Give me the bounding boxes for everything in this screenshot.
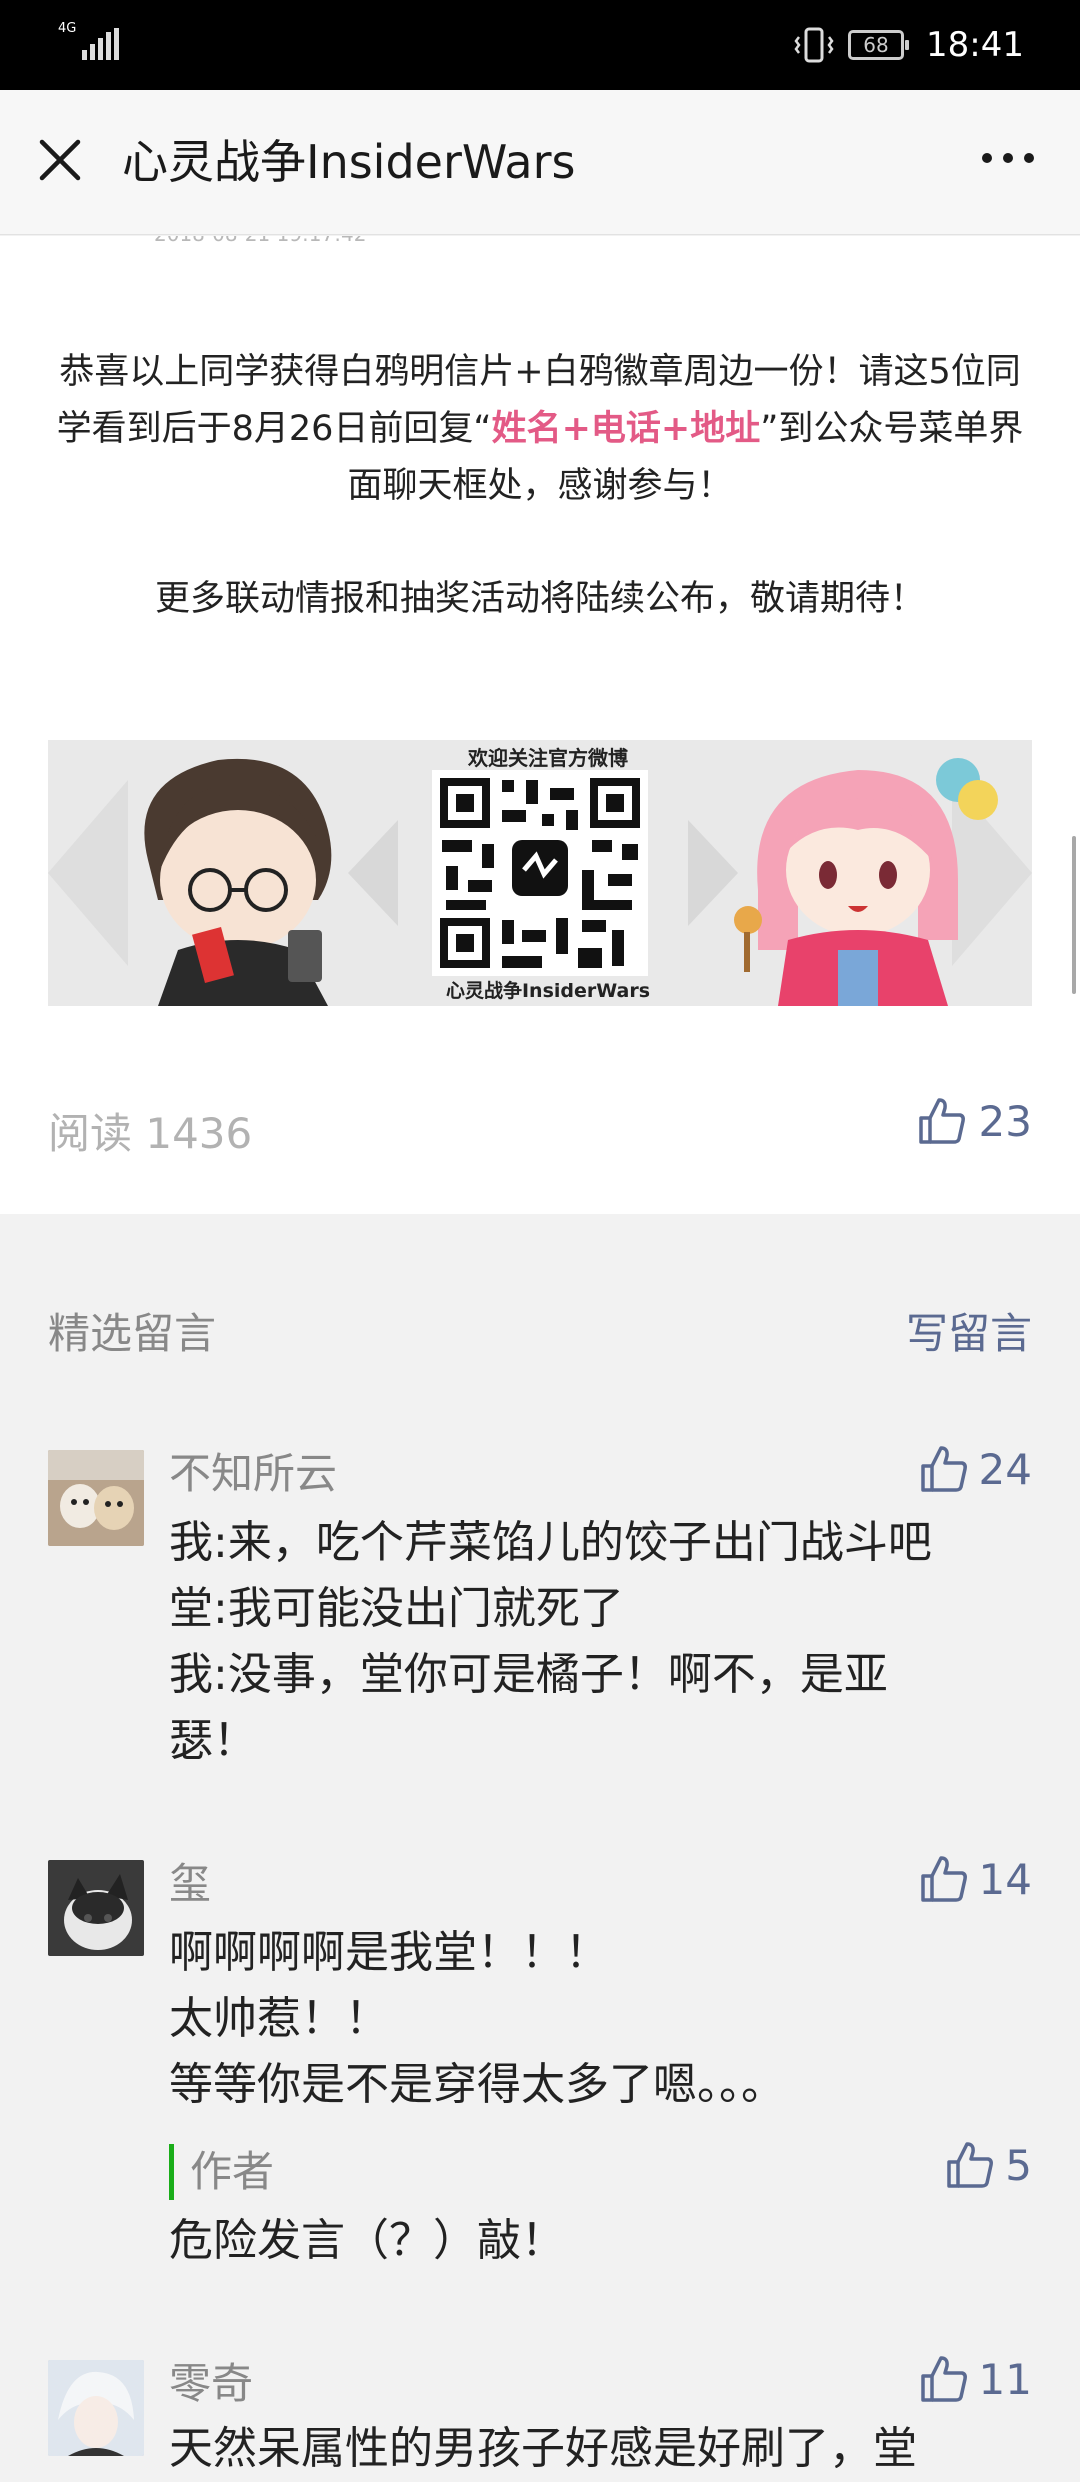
article-paragraph-2: 更多联动情报和抽奖活动将陆续公布，敬请期待！	[154, 579, 925, 619]
banner-image[interactable]: 欢迎关注官方微博 心灵战争InsiderWars	[48, 740, 1032, 1006]
comments-section: 精选留言 写留言 不知所云 24 我:来，吃个芹菜馅儿的饺子出门战斗吧 堂:我可…	[0, 1214, 1080, 2474]
avatar[interactable]	[48, 1860, 144, 1956]
banner-caption-top: 欢迎关注官方微博	[468, 746, 628, 770]
close-icon[interactable]	[36, 136, 84, 184]
comment-like-button[interactable]: 24	[919, 1444, 1032, 1494]
avatar-image	[48, 1860, 144, 1956]
avatar-image	[48, 1450, 144, 1546]
comments-header: 精选留言 写留言	[48, 1300, 1032, 1360]
comment-like-count: 11	[978, 2354, 1032, 2404]
comment-like-button[interactable]: 14	[919, 1854, 1032, 1904]
comment-line: 我:没事，堂你可是橘子！啊不，是亚	[169, 1649, 888, 1700]
qr-code-image	[432, 770, 648, 976]
article-body: 恭喜以上同学获得白鸦明信片+白鸦徽章周边一份！请这5位同学看到后于8月26日前回…	[48, 344, 1032, 628]
comment-like-count: 14	[978, 1854, 1032, 1904]
comment-like-count: 24	[978, 1444, 1032, 1494]
comment-text: 啊啊啊啊是我堂！！！ 太帅惹！！ 等等你是不是穿得太多了嗯。。。	[169, 1920, 1032, 2118]
comment-item: 零奇 11 天然呆属性的男孩子好感是好刷了，堂	[48, 2355, 1032, 2474]
article-date: 2018-08-21 19:17:42	[154, 236, 366, 246]
thumbs-up-icon	[920, 1856, 967, 1902]
thumbs-up-icon	[918, 1098, 965, 1144]
signal-bars-icon	[82, 28, 119, 60]
banner-caption-bottom: 心灵战争InsiderWars	[445, 980, 651, 1002]
thumbs-up-icon	[920, 1446, 967, 1492]
signal-indicator: 4G	[58, 21, 119, 66]
battery-icon: 68	[848, 30, 910, 60]
character-right-illustration	[734, 758, 998, 1006]
comment-line: 堂:我可能没出门就死了	[169, 1583, 624, 1634]
highlight-text: 姓名+电话+地址	[491, 409, 761, 449]
thumbs-up-icon	[947, 2142, 994, 2188]
comment-line: 啊啊啊啊是我堂！！！	[169, 1927, 609, 1978]
network-type: 4G	[58, 21, 77, 36]
reply-like-count: 5	[1005, 2140, 1032, 2190]
article-paragraph-1: 恭喜以上同学获得白鸦明信片+白鸦徽章周边一份！请这5位同学看到后于8月26日前回…	[48, 344, 1032, 515]
comment-item: 玺 14 啊啊啊啊是我堂！！！ 太帅惹！！ 等等你是不是穿得太多了嗯。。。 作者…	[48, 1855, 1032, 2300]
author-reply-label: 作者	[169, 2144, 274, 2200]
status-bar: 4G 68 18:41	[0, 0, 1080, 90]
avatar-image	[48, 2360, 144, 2456]
comment-line: 天然呆属性的男孩子好感是好刷了，堂	[169, 2423, 917, 2474]
comment-author: 玺	[169, 1859, 212, 1908]
read-count: 阅读 1436	[48, 1109, 253, 1158]
like-count: 23	[978, 1096, 1032, 1146]
comment-item: 不知所云 24 我:来，吃个芹菜馅儿的饺子出门战斗吧 堂:我可能没出门就死了 我…	[48, 1445, 1032, 1766]
article-like-button[interactable]: 23	[917, 1096, 1032, 1146]
comment-like-button[interactable]: 11	[919, 2354, 1032, 2404]
vibrate-icon	[794, 27, 834, 63]
avatar[interactable]	[48, 2360, 144, 2456]
comment-text: 我:来，吃个芹菜馅儿的饺子出门战斗吧 堂:我可能没出门就死了 我:没事，堂你可是…	[169, 1510, 1032, 1774]
comments-title: 精选留言	[48, 1309, 217, 1358]
scrollbar[interactable]	[1072, 836, 1076, 994]
comment-line: 我:来，吃个芹菜馅儿的饺子出门战斗吧	[169, 1517, 932, 1568]
more-icon[interactable]	[980, 150, 1036, 166]
article: 2018-08-21 19:17:42 恭喜以上同学获得白鸦明信片+白鸦徽章周边…	[0, 236, 1080, 1214]
comment-author: 零奇	[169, 2359, 254, 2408]
thumbs-up-icon	[920, 2356, 967, 2402]
avatar[interactable]	[48, 1450, 144, 1546]
comment-line: 瑟！	[169, 1715, 257, 1766]
author-reply: 作者 5 危险发言（？）敲！	[169, 2141, 1032, 2274]
read-row: 阅读 1436 23	[48, 1096, 1032, 1159]
nav-bar: 心灵战争InsiderWars	[0, 90, 1080, 235]
character-left-illustration	[144, 758, 332, 1006]
reply-like-button[interactable]: 5	[945, 2140, 1032, 2190]
comment-text: 天然呆属性的男孩子好感是好刷了，堂	[169, 2416, 1032, 2482]
comment-line: 等等你是不是穿得太多了嗯。。。	[169, 2059, 785, 2110]
comment-author: 不知所云	[169, 1449, 338, 1498]
status-right: 68 18:41	[794, 22, 1024, 68]
write-comment-button[interactable]: 写留言	[906, 1300, 1032, 1361]
clock: 18:41	[926, 25, 1024, 65]
comment-line: 太帅惹！！	[169, 1993, 389, 2044]
author-reply-text: 危险发言（？）敲！	[169, 2215, 565, 2266]
page-title: 心灵战争InsiderWars	[122, 135, 576, 189]
